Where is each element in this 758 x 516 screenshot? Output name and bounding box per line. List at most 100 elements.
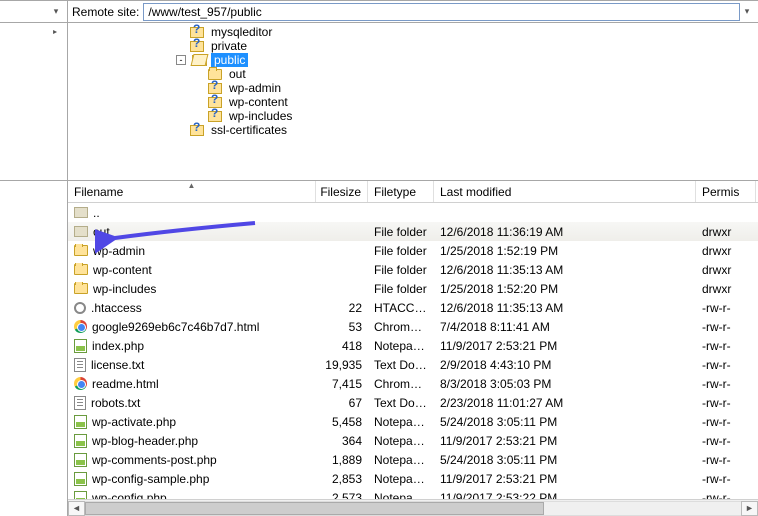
file-name: license.txt [91, 358, 144, 372]
tree-item[interactable]: out [158, 67, 758, 81]
file-size: 2,853 [316, 472, 368, 486]
file-permissions: drwxr [696, 282, 756, 296]
file-modified: 5/24/2018 3:05:11 PM [434, 415, 696, 429]
file-modified: 5/24/2018 3:05:11 PM [434, 453, 696, 467]
file-name: wp-includes [93, 282, 156, 296]
folder-icon [74, 226, 88, 237]
tree-item[interactable]: ssl-certificates [158, 123, 758, 137]
file-type: File folder [368, 244, 434, 258]
folder-unknown-icon [190, 123, 204, 137]
file-size: 2,573 [316, 491, 368, 500]
file-permissions: -rw-r- [696, 339, 756, 353]
file-row[interactable]: readme.html7,415Chrome ...8/3/2018 3:05:… [68, 374, 758, 393]
tree-item-label: wp-content [226, 95, 291, 109]
file-size: 67 [316, 396, 368, 410]
chevron-down-icon[interactable]: ▾ [49, 5, 63, 19]
file-row[interactable]: wp-contentFile folder12/6/2018 11:35:13 … [68, 260, 758, 279]
php-file-icon [74, 491, 87, 500]
file-size: 364 [316, 434, 368, 448]
file-permissions: -rw-r- [696, 491, 756, 500]
tree-item[interactable]: wp-admin [158, 81, 758, 95]
directory-tree[interactable]: mysqleditorprivate-publicoutwp-adminwp-c… [68, 23, 758, 181]
file-permissions: -rw-r- [696, 453, 756, 467]
folder-icon [74, 283, 88, 294]
tree-item[interactable]: wp-content [158, 95, 758, 109]
file-name: robots.txt [91, 396, 140, 410]
file-type: File folder [368, 282, 434, 296]
tree-item-label: private [208, 39, 250, 53]
file-type: Notepad... [368, 339, 434, 353]
column-filename[interactable]: ▲ Filename [68, 181, 316, 202]
file-type: Notepad... [368, 415, 434, 429]
file-permissions: drwxr [696, 225, 756, 239]
file-row[interactable]: outFile folder12/6/2018 11:36:19 AMdrwxr [68, 222, 758, 241]
file-list-header[interactable]: ▲ Filename Filesize Filetype Last modifi… [68, 181, 758, 203]
file-row[interactable]: wp-adminFile folder1/25/2018 1:52:19 PMd… [68, 241, 758, 260]
file-modified: 11/9/2017 2:53:21 PM [434, 339, 696, 353]
file-size: 22 [316, 301, 368, 315]
tree-item[interactable]: -public [158, 53, 758, 67]
file-size: 19,935 [316, 358, 368, 372]
remote-path-input[interactable]: /www/test_957/public [143, 3, 740, 21]
file-name: wp-content [93, 263, 152, 277]
horizontal-scrollbar[interactable]: ◄ ► [68, 499, 758, 516]
folder-open-icon [192, 55, 207, 66]
tree-collapse-icon[interactable]: - [176, 55, 186, 65]
file-name: readme.html [92, 377, 159, 391]
tree-item[interactable]: wp-includes [158, 109, 758, 123]
column-filesize[interactable]: Filesize [316, 181, 368, 202]
file-modified: 8/3/2018 3:05:03 PM [434, 377, 696, 391]
column-permissions[interactable]: Permis [696, 181, 756, 202]
file-name: wp-admin [93, 244, 145, 258]
file-modified: 11/9/2017 2:53:21 PM [434, 434, 696, 448]
file-row[interactable]: wp-includes File folder1/25/2018 1:52:20 … [68, 279, 758, 298]
file-row[interactable]: wp-blog-header.php 364Notepad...11/9/2017… [68, 431, 758, 450]
file-row[interactable]: wp-config.php2,573Notepad...11/9/2017 2:… [68, 488, 758, 499]
file-row[interactable]: index.php418Notepad...11/9/2017 2:53:21 … [68, 336, 758, 355]
file-name: .htaccess [91, 301, 142, 315]
tree-item-label: out [226, 67, 249, 81]
folder-icon [74, 264, 88, 275]
file-row[interactable]: license.txt19,935Text Doc...2/9/2018 4:4… [68, 355, 758, 374]
file-row[interactable]: wp-comments-post.php1,889Notepad...5/24/… [68, 450, 758, 469]
folder-icon [74, 245, 88, 256]
scroll-track[interactable] [85, 501, 741, 516]
column-filetype[interactable]: Filetype [368, 181, 434, 202]
file-type: File folder [368, 225, 434, 239]
chevron-down-icon[interactable]: ▾ [740, 5, 754, 19]
file-modified: 2/9/2018 4:43:10 PM [434, 358, 696, 372]
file-type: Notepad... [368, 453, 434, 467]
file-modified: 1/25/2018 1:52:20 PM [434, 282, 696, 296]
php-file-icon [74, 415, 87, 429]
php-file-icon [74, 472, 87, 486]
scroll-thumb[interactable] [85, 502, 544, 515]
file-modified: 12/6/2018 11:35:13 AM [434, 263, 696, 277]
file-row[interactable]: robots.txt67Text Doc...2/23/2018 11:01:2… [68, 393, 758, 412]
column-filename-label: Filename [74, 185, 123, 199]
file-row[interactable]: .. [68, 203, 758, 222]
column-modified[interactable]: Last modified [434, 181, 696, 202]
text-file-icon [74, 396, 86, 410]
file-type: Notepad... [368, 434, 434, 448]
file-name: wp-blog-header.php [92, 434, 198, 448]
remote-path-value: /www/test_957/public [148, 5, 261, 19]
file-name: out [93, 225, 110, 239]
tree-item[interactable]: mysqleditor [158, 25, 758, 39]
php-file-icon [74, 434, 87, 448]
remote-pane: Remote site: /www/test_957/public ▾ mysq… [68, 1, 758, 516]
file-modified: 11/9/2017 2:53:21 PM [434, 472, 696, 486]
chrome-icon [74, 320, 87, 333]
file-modified: 12/6/2018 11:35:13 AM [434, 301, 696, 315]
tree-item-label: mysqleditor [208, 25, 275, 39]
scroll-left-button[interactable]: ◄ [68, 501, 85, 516]
tree-item[interactable]: private [158, 39, 758, 53]
scroll-right-button[interactable]: ► [741, 501, 758, 516]
file-list[interactable]: ..outFile folder12/6/2018 11:36:19 AMdrw… [68, 203, 758, 499]
file-name: wp-config.php [92, 491, 167, 500]
text-file-icon [74, 358, 86, 372]
file-row[interactable]: .htaccess22HTACCE...12/6/2018 11:35:13 A… [68, 298, 758, 317]
file-row[interactable]: wp-activate.php5,458Notepad...5/24/2018 … [68, 412, 758, 431]
tree-item-label: wp-admin [226, 81, 284, 95]
file-row[interactable]: wp-config-sample.php2,853Notepad...11/9/… [68, 469, 758, 488]
file-row[interactable]: google9269eb6c7c46b7d7.html53Chrome ...7… [68, 317, 758, 336]
